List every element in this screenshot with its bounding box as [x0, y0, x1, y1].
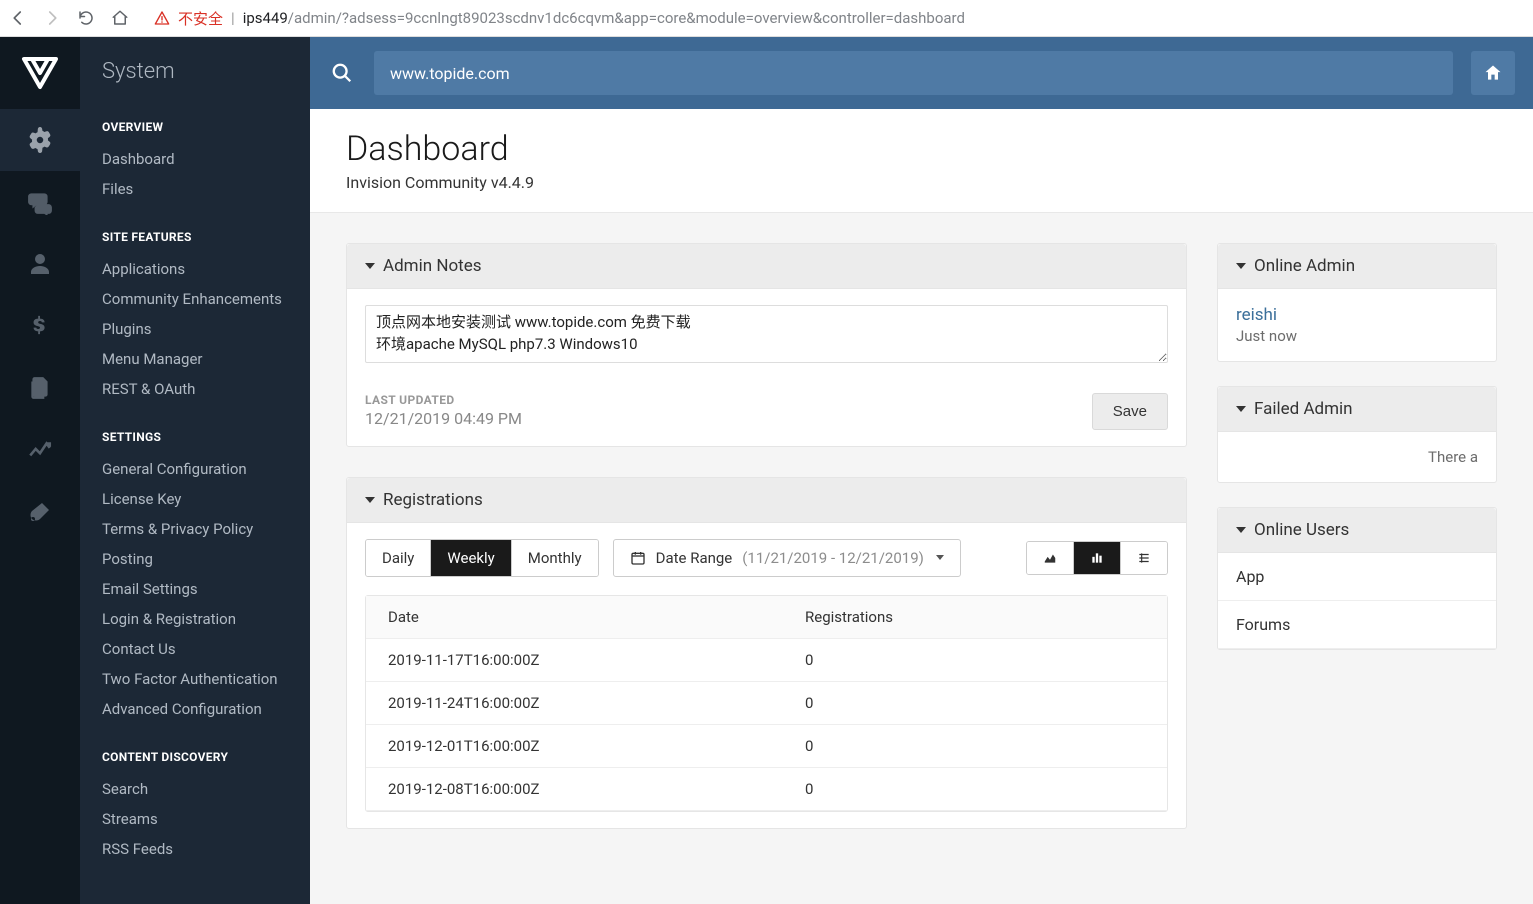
online-admins-header[interactable]: Online Admin: [1218, 244, 1496, 289]
rail-pages[interactable]: [0, 357, 80, 419]
sidebar: System OVERVIEW Dashboard Files SITE FEA…: [80, 37, 310, 904]
tab-monthly[interactable]: Monthly: [512, 540, 598, 576]
sidebar-item-rest-oauth[interactable]: REST & OAuth: [80, 374, 310, 404]
chart-table-button[interactable]: [1121, 542, 1167, 574]
topbar-home-button[interactable]: [1471, 51, 1515, 95]
chart-area-button[interactable]: [1027, 542, 1074, 574]
sidebar-item-files[interactable]: Files: [80, 174, 310, 204]
admin-notes-card: Admin Notes LAST UPDATED 12/21/2019 04:4…: [346, 243, 1187, 447]
sidebar-item-search[interactable]: Search: [80, 774, 310, 804]
topbar: www.topide.com: [310, 37, 1533, 109]
browser-chrome: 不安全 | ips449/admin/?adsess=9ccnlngt89023…: [0, 0, 1533, 37]
failed-admin-header[interactable]: Failed Admin: [1218, 387, 1496, 432]
sidebar-item-login-registration[interactable]: Login & Registration: [80, 604, 310, 634]
sidebar-item-rss-feeds[interactable]: RSS Feeds: [80, 834, 310, 864]
sidebar-item-menu-manager[interactable]: Menu Manager: [80, 344, 310, 374]
sidebar-item-contact-us[interactable]: Contact Us: [80, 634, 310, 664]
home-button[interactable]: [110, 8, 130, 28]
sidebar-item-license-key[interactable]: License Key: [80, 484, 310, 514]
sidebar-group-settings: SETTINGS: [80, 420, 310, 454]
list-item: Forums: [1218, 601, 1496, 649]
insecure-label: 不安全: [178, 8, 223, 29]
sidebar-item-general-config[interactable]: General Configuration: [80, 454, 310, 484]
chevron-down-icon: [936, 555, 944, 560]
last-updated-value: 12/21/2019 04:49 PM: [365, 409, 522, 428]
back-button[interactable]: [8, 8, 28, 28]
admin-user-link[interactable]: reishi: [1236, 305, 1478, 325]
tab-weekly[interactable]: Weekly: [431, 540, 511, 576]
page-subtitle: Invision Community v4.4.9: [346, 173, 1497, 192]
sidebar-group-content-discovery: CONTENT DISCOVERY: [80, 740, 310, 774]
online-admins-card: Online Admin reishi Just now: [1217, 243, 1497, 362]
registrations-table: Date Registrations 2019-11-17T16:00:00Z …: [365, 595, 1168, 812]
registrations-header[interactable]: Registrations: [347, 478, 1186, 523]
table-row: 2019-11-17T16:00:00Z 0: [366, 639, 1167, 682]
sidebar-title: System: [80, 37, 310, 110]
sidebar-item-streams[interactable]: Streams: [80, 804, 310, 834]
date-range-button[interactable]: Date Range (11/21/2019 - 12/21/2019): [613, 539, 961, 577]
chart-type-segmented: [1026, 541, 1168, 575]
url-text: ips449/admin/?adsess=9ccnlngt89023scdnv1…: [243, 9, 965, 27]
page-header: Dashboard Invision Community v4.4.9: [310, 109, 1533, 213]
sidebar-item-terms-privacy[interactable]: Terms & Privacy Policy: [80, 514, 310, 544]
app-logo[interactable]: [0, 37, 80, 109]
caret-down-icon: [365, 497, 375, 503]
address-bar[interactable]: 不安全 | ips449/admin/?adsess=9ccnlngt89023…: [144, 8, 1525, 29]
admin-user-meta: Just now: [1236, 327, 1478, 345]
calendar-icon: [630, 550, 646, 566]
sidebar-group-site-features: SITE FEATURES: [80, 220, 310, 254]
caret-down-icon: [1236, 406, 1246, 412]
rail-customize[interactable]: [0, 481, 80, 543]
rail-settings[interactable]: [0, 109, 80, 171]
period-segmented: Daily Weekly Monthly: [365, 539, 599, 577]
sidebar-item-advanced-config[interactable]: Advanced Configuration: [80, 694, 310, 724]
sidebar-item-2fa[interactable]: Two Factor Authentication: [80, 664, 310, 694]
sidebar-item-applications[interactable]: Applications: [80, 254, 310, 284]
chart-bar-button[interactable]: [1074, 542, 1121, 574]
col-date: Date: [388, 608, 805, 626]
icon-rail: [0, 37, 80, 904]
admin-notes-header[interactable]: Admin Notes: [347, 244, 1186, 289]
caret-down-icon: [365, 263, 375, 269]
forward-button[interactable]: [42, 8, 62, 28]
col-registrations: Registrations: [805, 608, 1145, 626]
table-row: 2019-12-01T16:00:00Z 0: [366, 725, 1167, 768]
caret-down-icon: [1236, 263, 1246, 269]
last-updated-label: LAST UPDATED: [365, 393, 522, 407]
caret-down-icon: [1236, 527, 1246, 533]
registrations-card: Registrations Daily Weekly Monthly: [346, 477, 1187, 829]
online-users-header[interactable]: Online Users: [1218, 508, 1496, 553]
tab-daily[interactable]: Daily: [366, 540, 431, 576]
sidebar-item-dashboard[interactable]: Dashboard: [80, 144, 310, 174]
rail-commerce[interactable]: [0, 295, 80, 357]
save-button[interactable]: Save: [1092, 393, 1168, 430]
rail-members[interactable]: [0, 233, 80, 295]
list-item: App: [1218, 553, 1496, 601]
insecure-icon: [154, 10, 170, 26]
sidebar-item-email-settings[interactable]: Email Settings: [80, 574, 310, 604]
reload-button[interactable]: [76, 8, 96, 28]
page-title: Dashboard: [346, 129, 1497, 169]
table-row: 2019-11-24T16:00:00Z 0: [366, 682, 1167, 725]
search-icon[interactable]: [328, 62, 356, 84]
search-input[interactable]: www.topide.com: [374, 51, 1453, 95]
sidebar-item-community-enhancements[interactable]: Community Enhancements: [80, 284, 310, 314]
rail-stats[interactable]: [0, 419, 80, 481]
failed-admin-empty: There a: [1236, 448, 1478, 466]
sidebar-item-posting[interactable]: Posting: [80, 544, 310, 574]
rail-community[interactable]: [0, 171, 80, 233]
table-row: 2019-12-08T16:00:00Z 0: [366, 768, 1167, 811]
sidebar-item-plugins[interactable]: Plugins: [80, 314, 310, 344]
sidebar-group-overview: OVERVIEW: [80, 110, 310, 144]
admin-notes-textarea[interactable]: [365, 305, 1168, 363]
failed-admin-card: Failed Admin There a: [1217, 386, 1497, 483]
online-users-card: Online Users App Forums: [1217, 507, 1497, 650]
